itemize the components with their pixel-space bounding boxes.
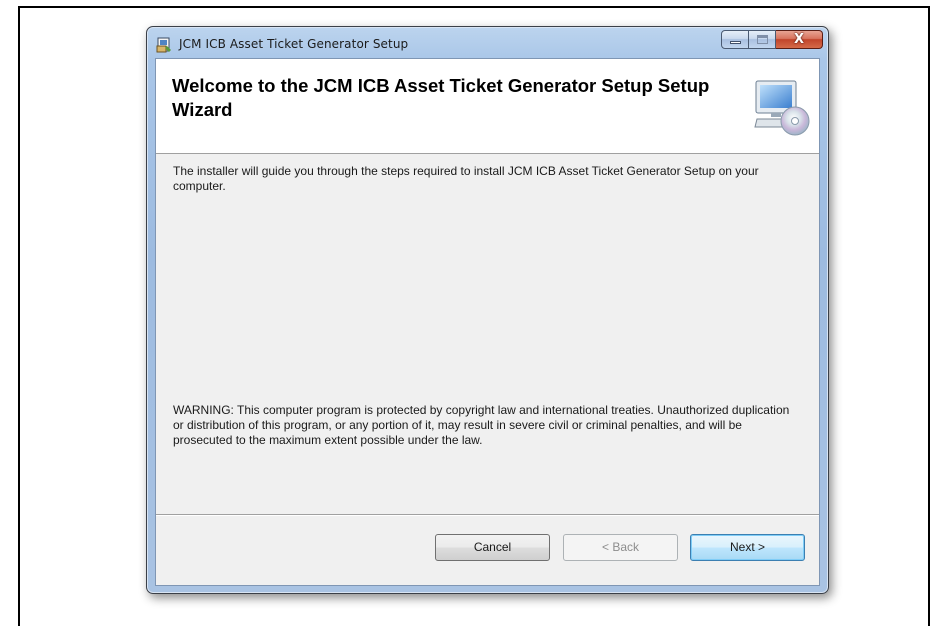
maximize-button	[749, 30, 776, 49]
close-icon: X	[793, 32, 805, 47]
wizard-heading: Welcome to the JCM ICB Asset Ticket Gene…	[172, 75, 710, 120]
copyright-warning-text: WARNING: This computer program is protec…	[173, 403, 790, 447]
close-button[interactable]: X	[776, 30, 823, 49]
next-button[interactable]: Next >	[690, 534, 805, 561]
minimize-icon	[730, 41, 741, 44]
minimize-button[interactable]	[721, 30, 749, 49]
setup-wizard-window: JCM ICB Asset Ticket Generator Setup X W…	[146, 26, 829, 594]
back-button: < Back	[563, 534, 678, 561]
wizard-client-area: Welcome to the JCM ICB Asset Ticket Gene…	[155, 58, 820, 586]
window-title: JCM ICB Asset Ticket Generator Setup	[179, 37, 409, 51]
caption-buttons: X	[721, 30, 823, 50]
wizard-banner: Welcome to the JCM ICB Asset Ticket Gene…	[156, 59, 819, 154]
computer-cd-icon	[754, 80, 810, 136]
title-bar[interactable]: JCM ICB Asset Ticket Generator Setup X	[147, 27, 828, 59]
intro-text: The installer will guide you through the…	[173, 164, 759, 193]
installer-app-icon	[156, 37, 171, 53]
button-separator	[156, 514, 819, 516]
cancel-button[interactable]: Cancel	[435, 534, 550, 561]
maximize-icon	[757, 35, 768, 44]
